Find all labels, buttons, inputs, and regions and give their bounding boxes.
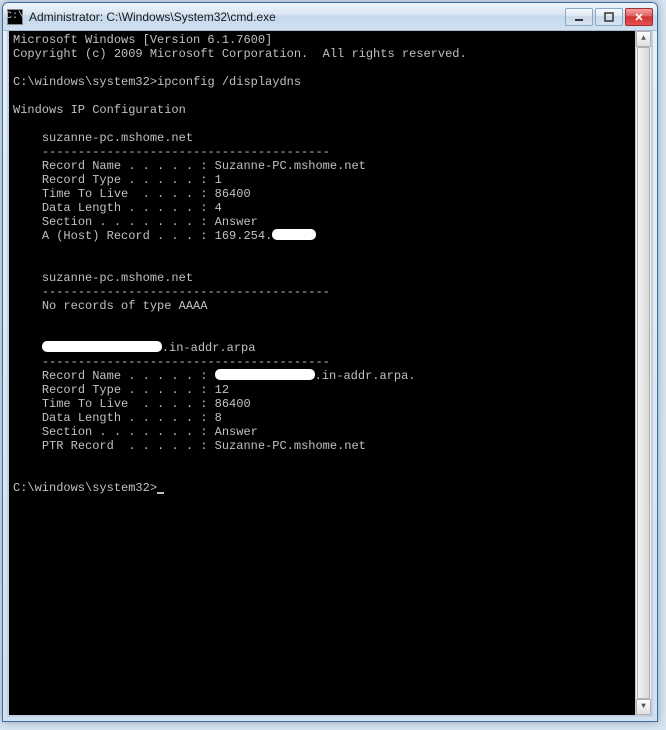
- field-label: Section . . . . . . . :: [42, 215, 208, 229]
- scroll-up-button[interactable]: ▲: [636, 31, 651, 47]
- prompt-path: C:\windows\system32>: [13, 481, 157, 495]
- field-value: Suzanne-PC.mshome.net: [215, 439, 366, 453]
- field-label: Data Length . . . . . :: [42, 411, 208, 425]
- banner-line: Copyright (c) 2009 Microsoft Corporation…: [13, 47, 467, 61]
- dns-hostname: suzanne-pc.mshome.net: [42, 131, 193, 145]
- cmd-window: C:\ Administrator: C:\Windows\System32\c…: [2, 2, 658, 722]
- dns-hostname: .in-addr.arpa: [162, 341, 256, 355]
- prompt-path: C:\windows\system32>: [13, 75, 157, 89]
- command-text: ipconfig /displaydns: [157, 75, 301, 89]
- minimize-button[interactable]: [565, 8, 593, 26]
- field-value: 8: [215, 411, 222, 425]
- maximize-icon: [604, 12, 614, 22]
- field-value: 4: [215, 201, 222, 215]
- close-button[interactable]: [625, 8, 653, 26]
- field-label: Section . . . . . . . :: [42, 425, 208, 439]
- window-controls: [563, 8, 653, 26]
- field-value: .in-addr.arpa.: [315, 369, 416, 383]
- field-value: Answer: [215, 215, 258, 229]
- field-label: Record Type . . . . . :: [42, 383, 208, 397]
- field-label: PTR Record . . . . . :: [42, 439, 208, 453]
- scroll-track[interactable]: [636, 47, 651, 699]
- field-label: Record Name . . . . . :: [42, 159, 208, 173]
- app-icon: C:\: [7, 9, 23, 25]
- titlebar[interactable]: C:\ Administrator: C:\Windows\System32\c…: [3, 3, 657, 31]
- divider-line: ----------------------------------------: [42, 355, 330, 369]
- field-label: A (Host) Record . . . :: [42, 229, 208, 243]
- field-label: Record Type . . . . . :: [42, 173, 208, 187]
- redacted-value: [215, 369, 315, 380]
- minimize-icon: [574, 12, 584, 22]
- no-records-text: No records of type AAAA: [42, 299, 208, 313]
- field-label: Time To Live . . . . :: [42, 397, 208, 411]
- field-value: Suzanne-PC.mshome.net: [215, 159, 366, 173]
- close-icon: [634, 12, 644, 22]
- field-value: 86400: [215, 187, 251, 201]
- window-title: Administrator: C:\Windows\System32\cmd.e…: [29, 10, 563, 24]
- scroll-down-button[interactable]: ▼: [636, 699, 651, 715]
- dns-hostname: suzanne-pc.mshome.net: [42, 271, 193, 285]
- banner-line: Microsoft Windows [Version 6.1.7600]: [13, 33, 272, 47]
- console-output[interactable]: Microsoft Windows [Version 6.1.7600] Cop…: [7, 31, 653, 717]
- redacted-ip: [272, 229, 316, 240]
- output-heading: Windows IP Configuration: [13, 103, 186, 117]
- vertical-scrollbar[interactable]: ▲ ▼: [635, 31, 651, 715]
- field-value: 12: [215, 383, 229, 397]
- field-value: 86400: [215, 397, 251, 411]
- field-value: 1: [215, 173, 222, 187]
- scroll-thumb[interactable]: [637, 47, 650, 699]
- field-label: Time To Live . . . . :: [42, 187, 208, 201]
- field-label: Record Name . . . . . :: [42, 369, 208, 383]
- divider-line: ----------------------------------------: [42, 145, 330, 159]
- field-value: Answer: [215, 425, 258, 439]
- cursor: [157, 492, 164, 494]
- field-value: 169.254.: [215, 229, 273, 243]
- field-label: Data Length . . . . . :: [42, 201, 208, 215]
- redacted-host: [42, 341, 162, 352]
- divider-line: ----------------------------------------: [42, 285, 330, 299]
- maximize-button[interactable]: [595, 8, 623, 26]
